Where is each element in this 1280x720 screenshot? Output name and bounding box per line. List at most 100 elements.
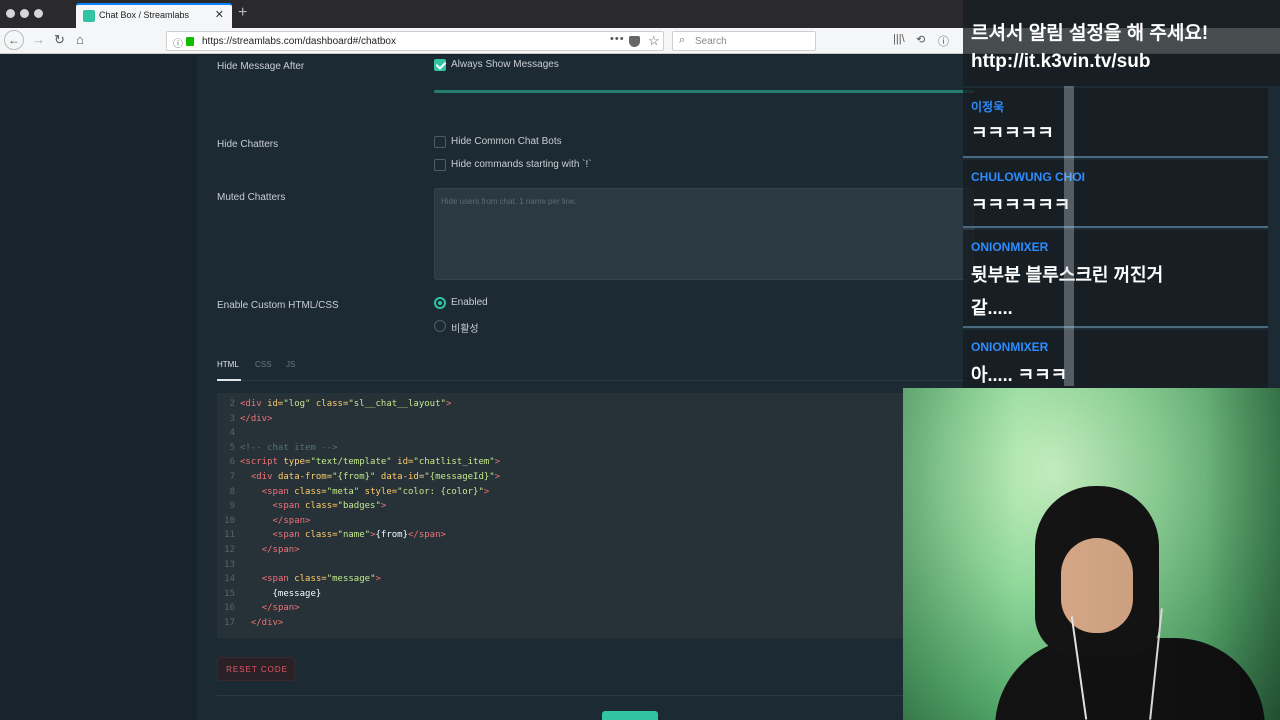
active-tab-indicator [217,379,241,381]
close-window-icon[interactable] [6,9,15,18]
disabled-radio[interactable] [434,320,446,332]
home-button[interactable]: ⌂ [76,32,84,47]
enabled-option-label[interactable]: Enabled [451,297,488,308]
search-bar[interactable]: ⌕ Search [672,31,816,51]
tab-html[interactable]: HTML [217,360,239,369]
line-number: 7 [229,472,235,482]
muted-chatters-placeholder: Hide users from chat. 1 name per line. [441,197,577,206]
chat-message: ONIONMIXER 뒷부분 블루스크린 꺼진거 같..... [963,230,1268,328]
reload-button[interactable]: ↻ [54,32,65,48]
code-line[interactable]: 13 [217,560,240,575]
code-line[interactable]: 4 [217,428,240,443]
hide-common-bots-checkbox[interactable] [434,136,446,148]
tab-close-icon[interactable]: ✕ [215,8,224,21]
line-number: 13 [224,559,235,570]
chat-message: 이정욱 ㅋㅋㅋㅋㅋ [963,88,1268,158]
code-line[interactable]: 10 </span> [217,516,310,531]
search-placeholder[interactable]: Search [695,36,727,47]
code-tabs: HTML CSS JS [217,355,977,381]
tab-title: Chat Box / Streamlabs [99,10,190,20]
url-text[interactable]: https://streamlabs.com/dashboard#/chatbo… [202,36,396,47]
chat-message: CHULOWUNG CHOI ㅋㅋㅋㅋㅋㅋ [963,160,1268,228]
line-number: 14 [224,574,235,585]
line-number: 12 [224,545,235,555]
code-line[interactable]: 11 <span class="name">{from}</span> [217,530,446,545]
left-sidebar [0,55,197,720]
line-number: 16 [224,603,235,614]
line-number: 15 [224,588,235,599]
muted-chatters-input[interactable]: Hide users from chat. 1 name per line. [434,188,974,280]
code-line[interactable]: 8 <span class="meta" style="color: {colo… [217,486,490,502]
line-number: 6 [229,457,235,468]
code-line[interactable]: 9 <span class="badges"> [217,501,387,516]
line-number: 9 [229,501,235,512]
code-line[interactable]: 15 {message} [217,589,321,604]
line-number: 3 [229,413,235,424]
hide-common-bots-label[interactable]: Hide Common Chat Bots [451,136,562,147]
bookmark-star-icon[interactable]: ☆ [648,33,660,49]
section-divider [217,695,977,696]
reset-code-label: RESET CODE [226,665,288,674]
browser-tab[interactable]: Chat Box / Streamlabs ✕ [76,3,232,28]
maximize-window-icon[interactable] [34,9,43,18]
line-number: 8 [229,486,235,497]
hide-commands-label[interactable]: Hide commands starting with `!` [451,159,592,170]
code-line[interactable]: 16 </span> [217,603,299,618]
screen: Chat Box / Streamlabs ✕ + ← → ↻ ⌂ ⓘ http… [0,0,1280,720]
chat-username: 이정욱 [971,100,1005,114]
line-number: 10 [224,515,235,526]
line-number: 5 [229,442,235,453]
streamlabs-favicon-icon [83,10,95,22]
chat-username: ONIONMIXER [971,340,1049,354]
webcam-feed [903,388,1280,720]
disabled-option-label[interactable]: 비활성 [451,320,479,335]
code-editor[interactable]: 2 <div id="log" class="sl__chat__layout">… [217,393,977,638]
always-show-messages-checkbox[interactable] [434,59,446,71]
chat-message-text: ㅋㅋㅋㅋㅋㅋ [971,195,1071,215]
pocket-icon[interactable] [629,36,640,47]
lock-icon [186,37,194,46]
custom-html-label: Enable Custom HTML/CSS [217,300,339,311]
library-icon[interactable]: |||\ [893,33,905,45]
line-number: 17 [224,618,235,628]
new-tab-button[interactable]: + [238,4,247,22]
always-show-messages-label[interactable]: Always Show Messages [451,59,559,70]
chat-message-text: ㅋㅋㅋㅋㅋ [971,123,1054,143]
code-line[interactable]: 3 </div> [217,414,273,429]
hide-chatters-label: Hide Chatters [217,139,279,150]
code-line[interactable]: 5 <!-- chat item --> [217,443,338,458]
code-line[interactable]: 2 <div id="log" class="sl__chat__layout"> [217,399,452,414]
chat-username: ONIONMIXER [971,240,1049,254]
back-button[interactable]: ← [4,30,24,50]
tab-css[interactable]: CSS [255,360,271,369]
alert-line-2: http://it.k3vin.tv/sub [971,51,1151,72]
forward-button[interactable]: → [32,32,45,47]
code-line[interactable]: 7 <div data-from="{from}" data-id="{mess… [217,472,501,487]
line-number: 11 [224,530,235,541]
url-bar[interactable]: ⓘ https://streamlabs.com/dashboard#/chat… [166,31,664,51]
hide-message-after-label: Hide Message After [217,61,305,72]
info-icon[interactable]: ⓘ [173,35,183,50]
save-settings-button[interactable] [602,711,658,720]
alert-banner: 르셔서 알림 설정을 해 주세요! http://it.k3vin.tv/sub [963,0,1280,86]
hide-commands-checkbox[interactable] [434,159,446,171]
enabled-radio[interactable] [434,297,446,309]
page-actions-icon[interactable]: ••• [610,33,625,45]
reset-code-button[interactable]: RESET CODE [217,657,295,681]
code-line[interactable]: 17 </div> [217,618,283,633]
code-line[interactable]: 12 </span> [217,545,299,560]
alert-line-1: 르셔서 알림 설정을 해 주세요! [971,23,1209,44]
chat-message-text: 같..... [971,298,1013,318]
minimize-window-icon[interactable] [20,9,29,18]
line-number: 4 [229,428,235,439]
sync-icon[interactable]: ⟲ [916,33,925,46]
tab-js[interactable]: JS [286,360,295,369]
extension-icon[interactable]: ⓘ [938,33,949,49]
webcam-vignette [903,388,1280,720]
chat-message-text: 아..... ㅋㅋㅋ [971,365,1068,385]
overlay-scrollbar [1064,86,1074,386]
line-number: 2 [229,399,235,409]
hide-after-slider[interactable] [434,90,974,93]
code-line[interactable]: 14 <span class="message"> [217,574,381,589]
code-line[interactable]: 6 <script type="text/template" id="chatli… [217,457,501,472]
